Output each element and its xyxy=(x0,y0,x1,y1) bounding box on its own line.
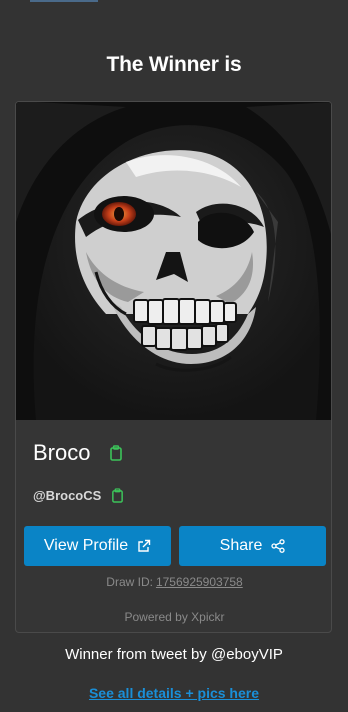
view-profile-label: View Profile xyxy=(43,537,129,554)
draw-id-value[interactable]: 1756925903758 xyxy=(156,575,243,589)
draw-id: Draw ID: 1756925903758 xyxy=(16,575,331,589)
see-details-link[interactable]: See all details + pics here xyxy=(0,685,348,701)
page-title: The Winner is xyxy=(106,53,242,76)
winner-name-row: Broco xyxy=(33,439,123,467)
share-icon xyxy=(271,539,285,553)
share-label: Share xyxy=(219,537,263,554)
winner-name: Broco xyxy=(33,440,91,465)
copy-handle-icon[interactable] xyxy=(111,487,124,503)
winner-handle-row: @BrocoCS xyxy=(33,485,124,505)
skull-avatar-image xyxy=(16,102,331,420)
avatar xyxy=(16,102,331,420)
draw-id-label: Draw ID: xyxy=(106,575,153,589)
winner-card: Broco @BrocoCS View Profile Share Draw I… xyxy=(15,101,332,633)
external-link-icon xyxy=(137,539,151,553)
winner-handle: @BrocoCS xyxy=(33,487,102,503)
top-tab-indicator xyxy=(30,0,98,2)
copy-name-icon[interactable] xyxy=(109,445,123,461)
powered-by: Powered by Xpickr xyxy=(124,610,225,624)
winner-page: The Winner is Broco @BrocoCS View Profil… xyxy=(0,0,348,712)
tweet-source: Winner from tweet by @eboyVIP xyxy=(65,646,283,663)
share-button[interactable]: Share xyxy=(179,526,326,566)
view-profile-button[interactable]: View Profile xyxy=(24,526,171,566)
